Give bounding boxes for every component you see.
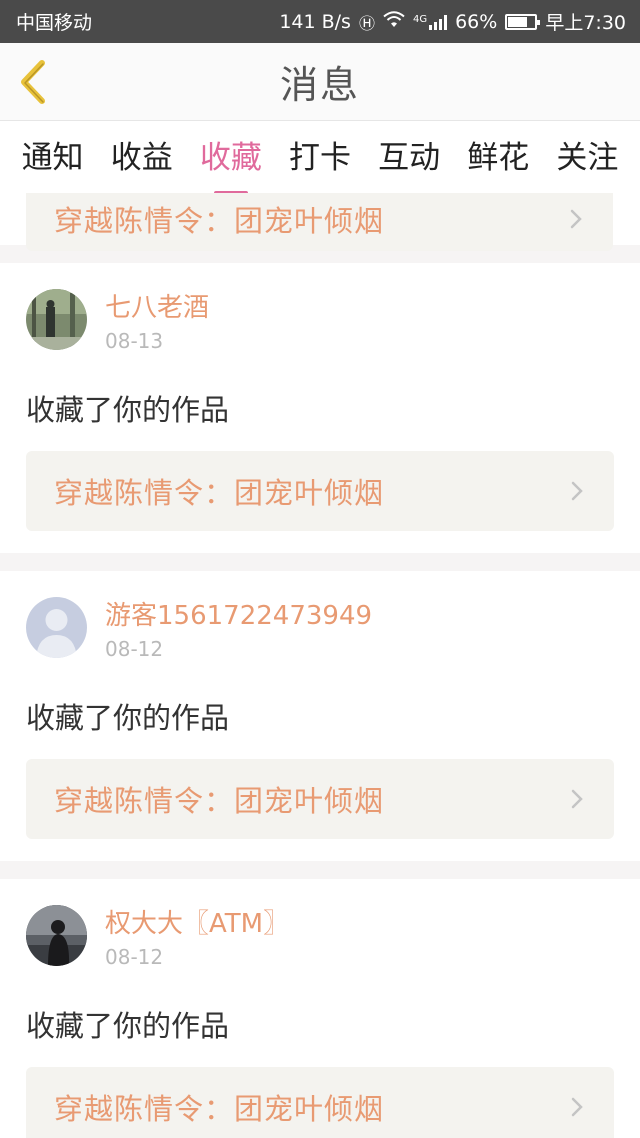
chevron-right-icon	[571, 481, 583, 501]
status-bar: 中国移动 141 B/s Ⓗ 4G 66% 早上7:30	[0, 0, 640, 43]
work-title: 穿越陈情令：团宠叶倾烟	[54, 784, 385, 818]
work-link[interactable]: 穿越陈情令：团宠叶倾烟	[26, 451, 614, 531]
user-meta: 七八老酒 08-13	[105, 289, 209, 353]
divider	[0, 553, 640, 571]
user-meta: 权大大〖ATM〗 08-12	[105, 905, 289, 969]
back-button[interactable]	[14, 57, 54, 107]
clock: 早上7:30	[545, 12, 626, 34]
chevron-right-icon	[570, 209, 582, 229]
user-meta: 游客1561722473949 08-12	[105, 597, 372, 661]
work-title: 穿越陈情令：团宠叶倾烟	[54, 476, 385, 510]
username[interactable]: 七八老酒	[105, 291, 209, 325]
tab-flowers[interactable]: 鲜花	[467, 132, 529, 183]
avatar[interactable]	[26, 905, 87, 966]
tab-following[interactable]: 关注	[556, 132, 618, 183]
network-type: 4G	[412, 13, 428, 25]
message-date: 08-13	[105, 329, 164, 353]
hd-icon: Ⓗ	[358, 13, 375, 33]
message-date: 08-12	[105, 945, 164, 969]
action-text: 收藏了你的作品	[26, 393, 230, 427]
tab-notifications[interactable]: 通知	[22, 132, 84, 183]
work-link[interactable]: 穿越陈情令：团宠叶倾烟	[26, 759, 614, 839]
username[interactable]: 权大大〖ATM〗	[105, 907, 289, 941]
page-title: 消息	[279, 63, 360, 107]
user-row: 游客1561722473949 08-12	[26, 597, 614, 661]
user-row: 权大大〖ATM〗 08-12	[26, 905, 614, 969]
wifi-icon	[383, 10, 405, 33]
user-row: 七八老酒 08-13	[26, 289, 614, 353]
chevron-right-icon	[571, 1097, 583, 1117]
carrier-label: 中国移动	[16, 12, 93, 34]
tab-earnings[interactable]: 收益	[111, 132, 173, 183]
app-header: 消息	[0, 43, 640, 121]
message-date: 08-12	[105, 637, 164, 661]
network-speed: 141 B/s	[279, 10, 351, 33]
message-card: 游客1561722473949 08-12 收藏了你的作品 穿越陈情令：团宠叶倾…	[0, 571, 640, 861]
tab-checkin[interactable]: 打卡	[289, 132, 351, 183]
tab-interaction[interactable]: 互动	[378, 132, 440, 183]
work-title: 穿越陈情令：团宠叶倾烟	[54, 1092, 385, 1126]
work-link[interactable]: 穿越陈情令：团宠叶倾烟	[26, 193, 613, 251]
chevron-left-icon	[21, 60, 45, 104]
tab-bar: 通知 收益 收藏 打卡 互动 鲜花 关注	[0, 121, 640, 193]
avatar[interactable]	[26, 289, 87, 350]
work-title: 穿越陈情令：团宠叶倾烟	[54, 204, 385, 238]
battery-percent: 66%	[455, 10, 498, 33]
signal-icon: 4G	[412, 13, 448, 30]
tab-favorites[interactable]: 收藏	[200, 132, 262, 183]
chevron-right-icon	[571, 789, 583, 809]
message-card: 穿越陈情令：团宠叶倾烟	[0, 193, 640, 251]
message-card: 权大大〖ATM〗 08-12 收藏了你的作品 穿越陈情令：团宠叶倾烟	[0, 879, 640, 1138]
avatar[interactable]	[26, 597, 87, 658]
username[interactable]: 游客1561722473949	[105, 599, 372, 633]
action-text: 收藏了你的作品	[26, 701, 230, 735]
battery-icon	[505, 13, 541, 30]
work-link[interactable]: 穿越陈情令：团宠叶倾烟	[26, 1067, 614, 1138]
action-text: 收藏了你的作品	[26, 1009, 230, 1043]
divider	[0, 861, 640, 879]
message-list[interactable]: 穿越陈情令：团宠叶倾烟 七八老酒 08-13 收藏了你的作品 穿越陈情令：团宠叶…	[0, 193, 640, 1138]
message-card: 七八老酒 08-13 收藏了你的作品 穿越陈情令：团宠叶倾烟	[0, 263, 640, 553]
status-indicators: 141 B/s Ⓗ 4G 66% 早上7:30	[279, 8, 626, 35]
